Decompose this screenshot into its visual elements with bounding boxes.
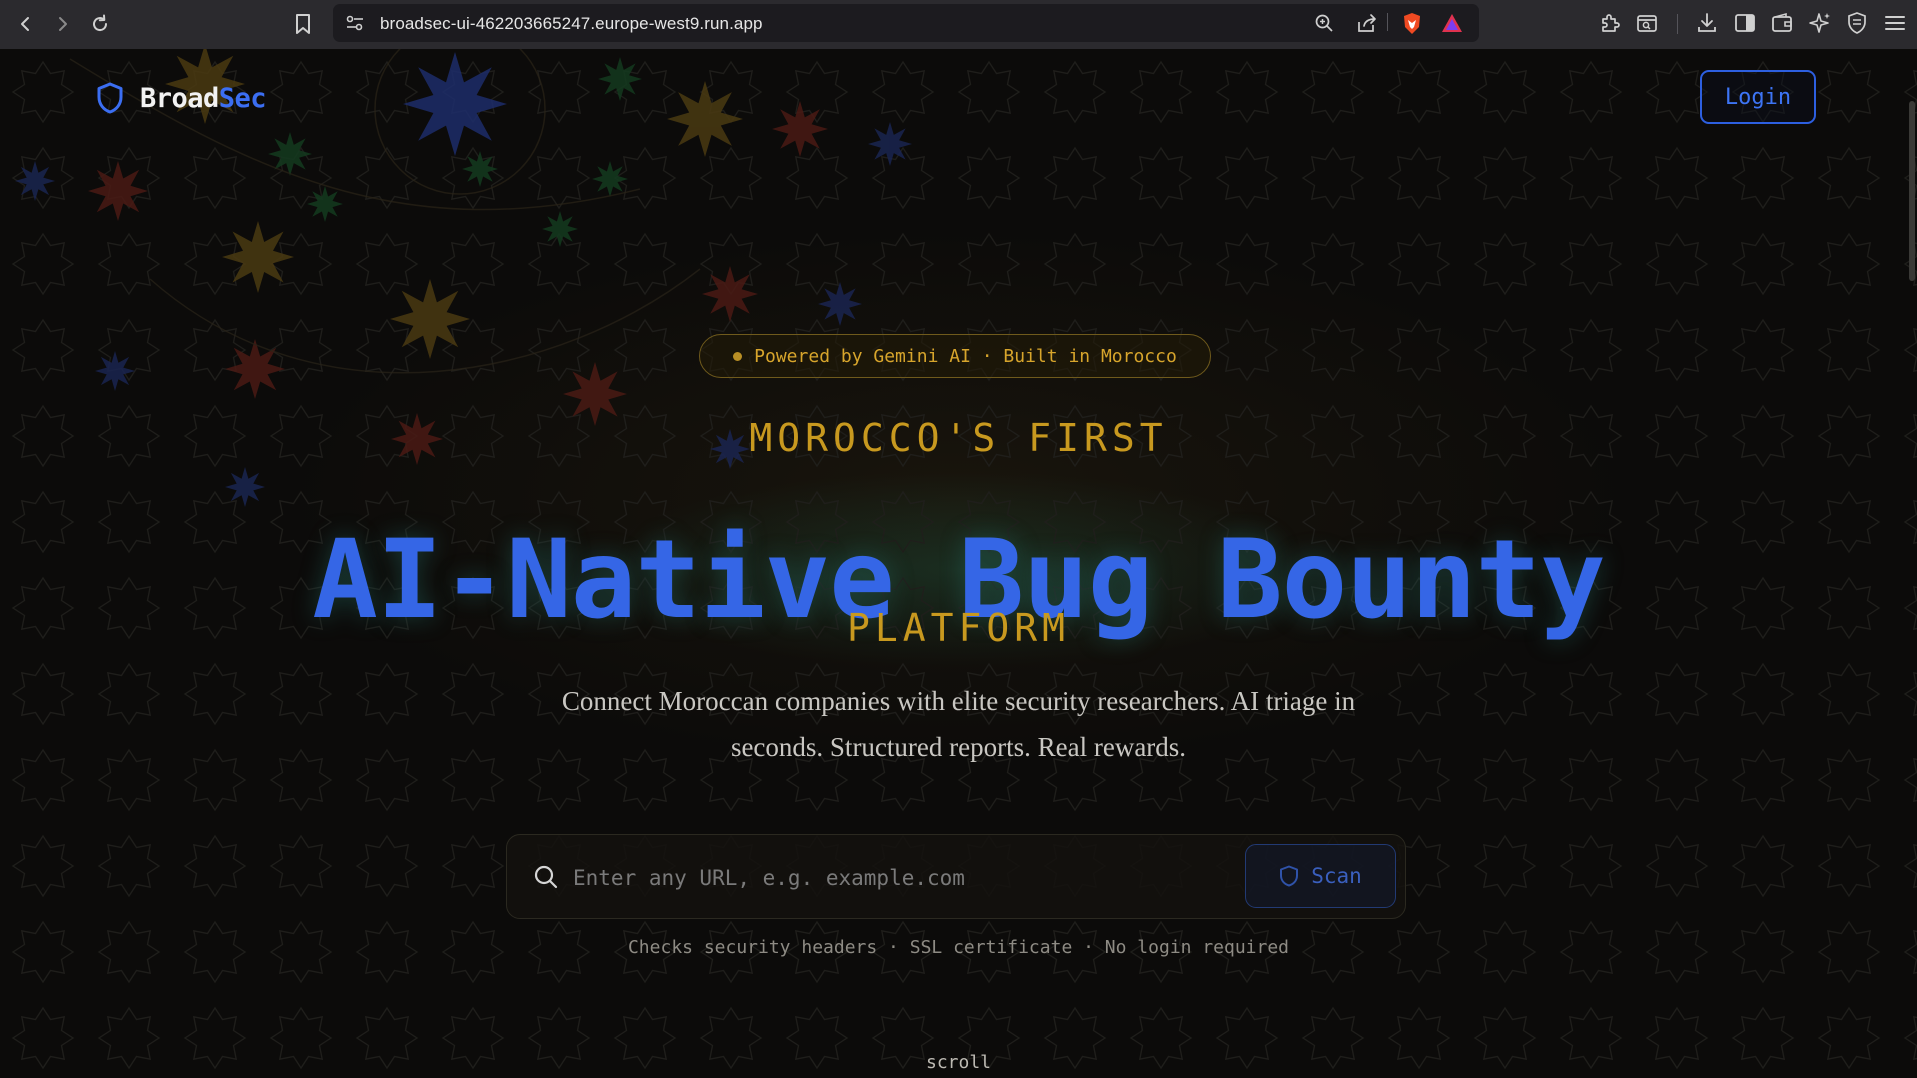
address-bar[interactable]: broadsec-ui-462203665247.europe-west9.ru… [333, 4, 1479, 42]
hero-eyebrow: MOROCCO'S FIRST [749, 416, 1168, 460]
bookmark-button[interactable] [288, 9, 318, 39]
leo-ai-icon[interactable] [1808, 11, 1832, 35]
decorative-star [95, 351, 135, 391]
url-text[interactable]: broadsec-ui-462203665247.europe-west9.ru… [380, 14, 763, 34]
badge-text: Powered by Gemini AI · Built in Morocco [754, 345, 1177, 367]
brand-name-primary: Broad [140, 82, 219, 114]
reader-mode-icon[interactable] [1635, 11, 1659, 35]
page-scrollbar[interactable] [1909, 101, 1915, 281]
decorative-star [542, 211, 578, 247]
decorative-star [403, 52, 507, 156]
share-icon[interactable] [1356, 13, 1378, 33]
vpn-shield-icon[interactable] [1845, 11, 1869, 35]
brand-logo-link[interactable]: BroadSec [96, 82, 267, 114]
decorative-star [225, 467, 265, 507]
toolbar-divider [1387, 13, 1388, 31]
reload-icon [93, 14, 108, 32]
forward-button[interactable] [47, 9, 77, 39]
forward-arrow-icon [59, 17, 67, 31]
search-icon [533, 864, 559, 890]
powered-by-badge: Powered by Gemini AI · Built in Morocco [699, 334, 1211, 378]
decorative-star [390, 279, 470, 359]
decorative-star [818, 282, 862, 326]
zoom-icon[interactable] [1314, 13, 1334, 33]
sidebar-toggle-icon[interactable] [1733, 11, 1757, 35]
site-settings-icon[interactable] [345, 14, 365, 32]
decorative-star [592, 161, 628, 197]
scan-button-label: Scan [1311, 864, 1362, 888]
downloads-icon[interactable] [1695, 11, 1719, 35]
url-input[interactable] [571, 855, 1225, 901]
url-scan-form: Scan [506, 834, 1406, 919]
brand-name-accent: Sec [218, 82, 267, 114]
login-button[interactable]: Login [1700, 70, 1816, 124]
decorative-star [667, 81, 743, 157]
shield-icon [1280, 865, 1299, 887]
hero-subtitle: PLATFORM [846, 606, 1071, 650]
reload-button[interactable] [85, 9, 115, 39]
decorative-star [88, 161, 148, 221]
decorative-star [868, 122, 912, 166]
decorative-star [462, 151, 498, 187]
brand-name: BroadSec [140, 82, 267, 114]
brave-shields-icon[interactable] [1401, 12, 1423, 36]
decorative-star [15, 161, 55, 201]
decorative-star [307, 186, 343, 222]
browser-toolbar: broadsec-ui-462203665247.europe-west9.ru… [0, 0, 1917, 50]
landing-page: BroadSec Login Powered by Gemini AI · Bu… [0, 49, 1917, 1078]
badge-dot [733, 351, 743, 361]
decorative-star [598, 57, 642, 101]
wallet-icon[interactable] [1770, 11, 1794, 35]
shield-icon [97, 82, 123, 114]
menu-icon[interactable] [1883, 11, 1907, 35]
scan-button[interactable]: Scan [1245, 844, 1396, 908]
decorative-star [268, 132, 312, 176]
decorative-star [772, 101, 828, 157]
brave-rewards-icon[interactable] [1441, 13, 1463, 33]
back-arrow-icon [21, 17, 29, 31]
hero-description: Connect Moroccan companies with elite se… [561, 686, 1356, 762]
scan-footnote: Checks security headers · SSL certificat… [627, 937, 1290, 958]
scroll-hint[interactable]: scroll [0, 1052, 1917, 1073]
extensions-icon[interactable] [1598, 11, 1622, 35]
back-button[interactable] [11, 9, 41, 39]
decorative-star [702, 266, 758, 322]
decorative-star [222, 221, 294, 293]
toolbar-divider [1677, 14, 1678, 34]
decorative-star [225, 339, 285, 399]
bookmark-icon [296, 14, 310, 34]
